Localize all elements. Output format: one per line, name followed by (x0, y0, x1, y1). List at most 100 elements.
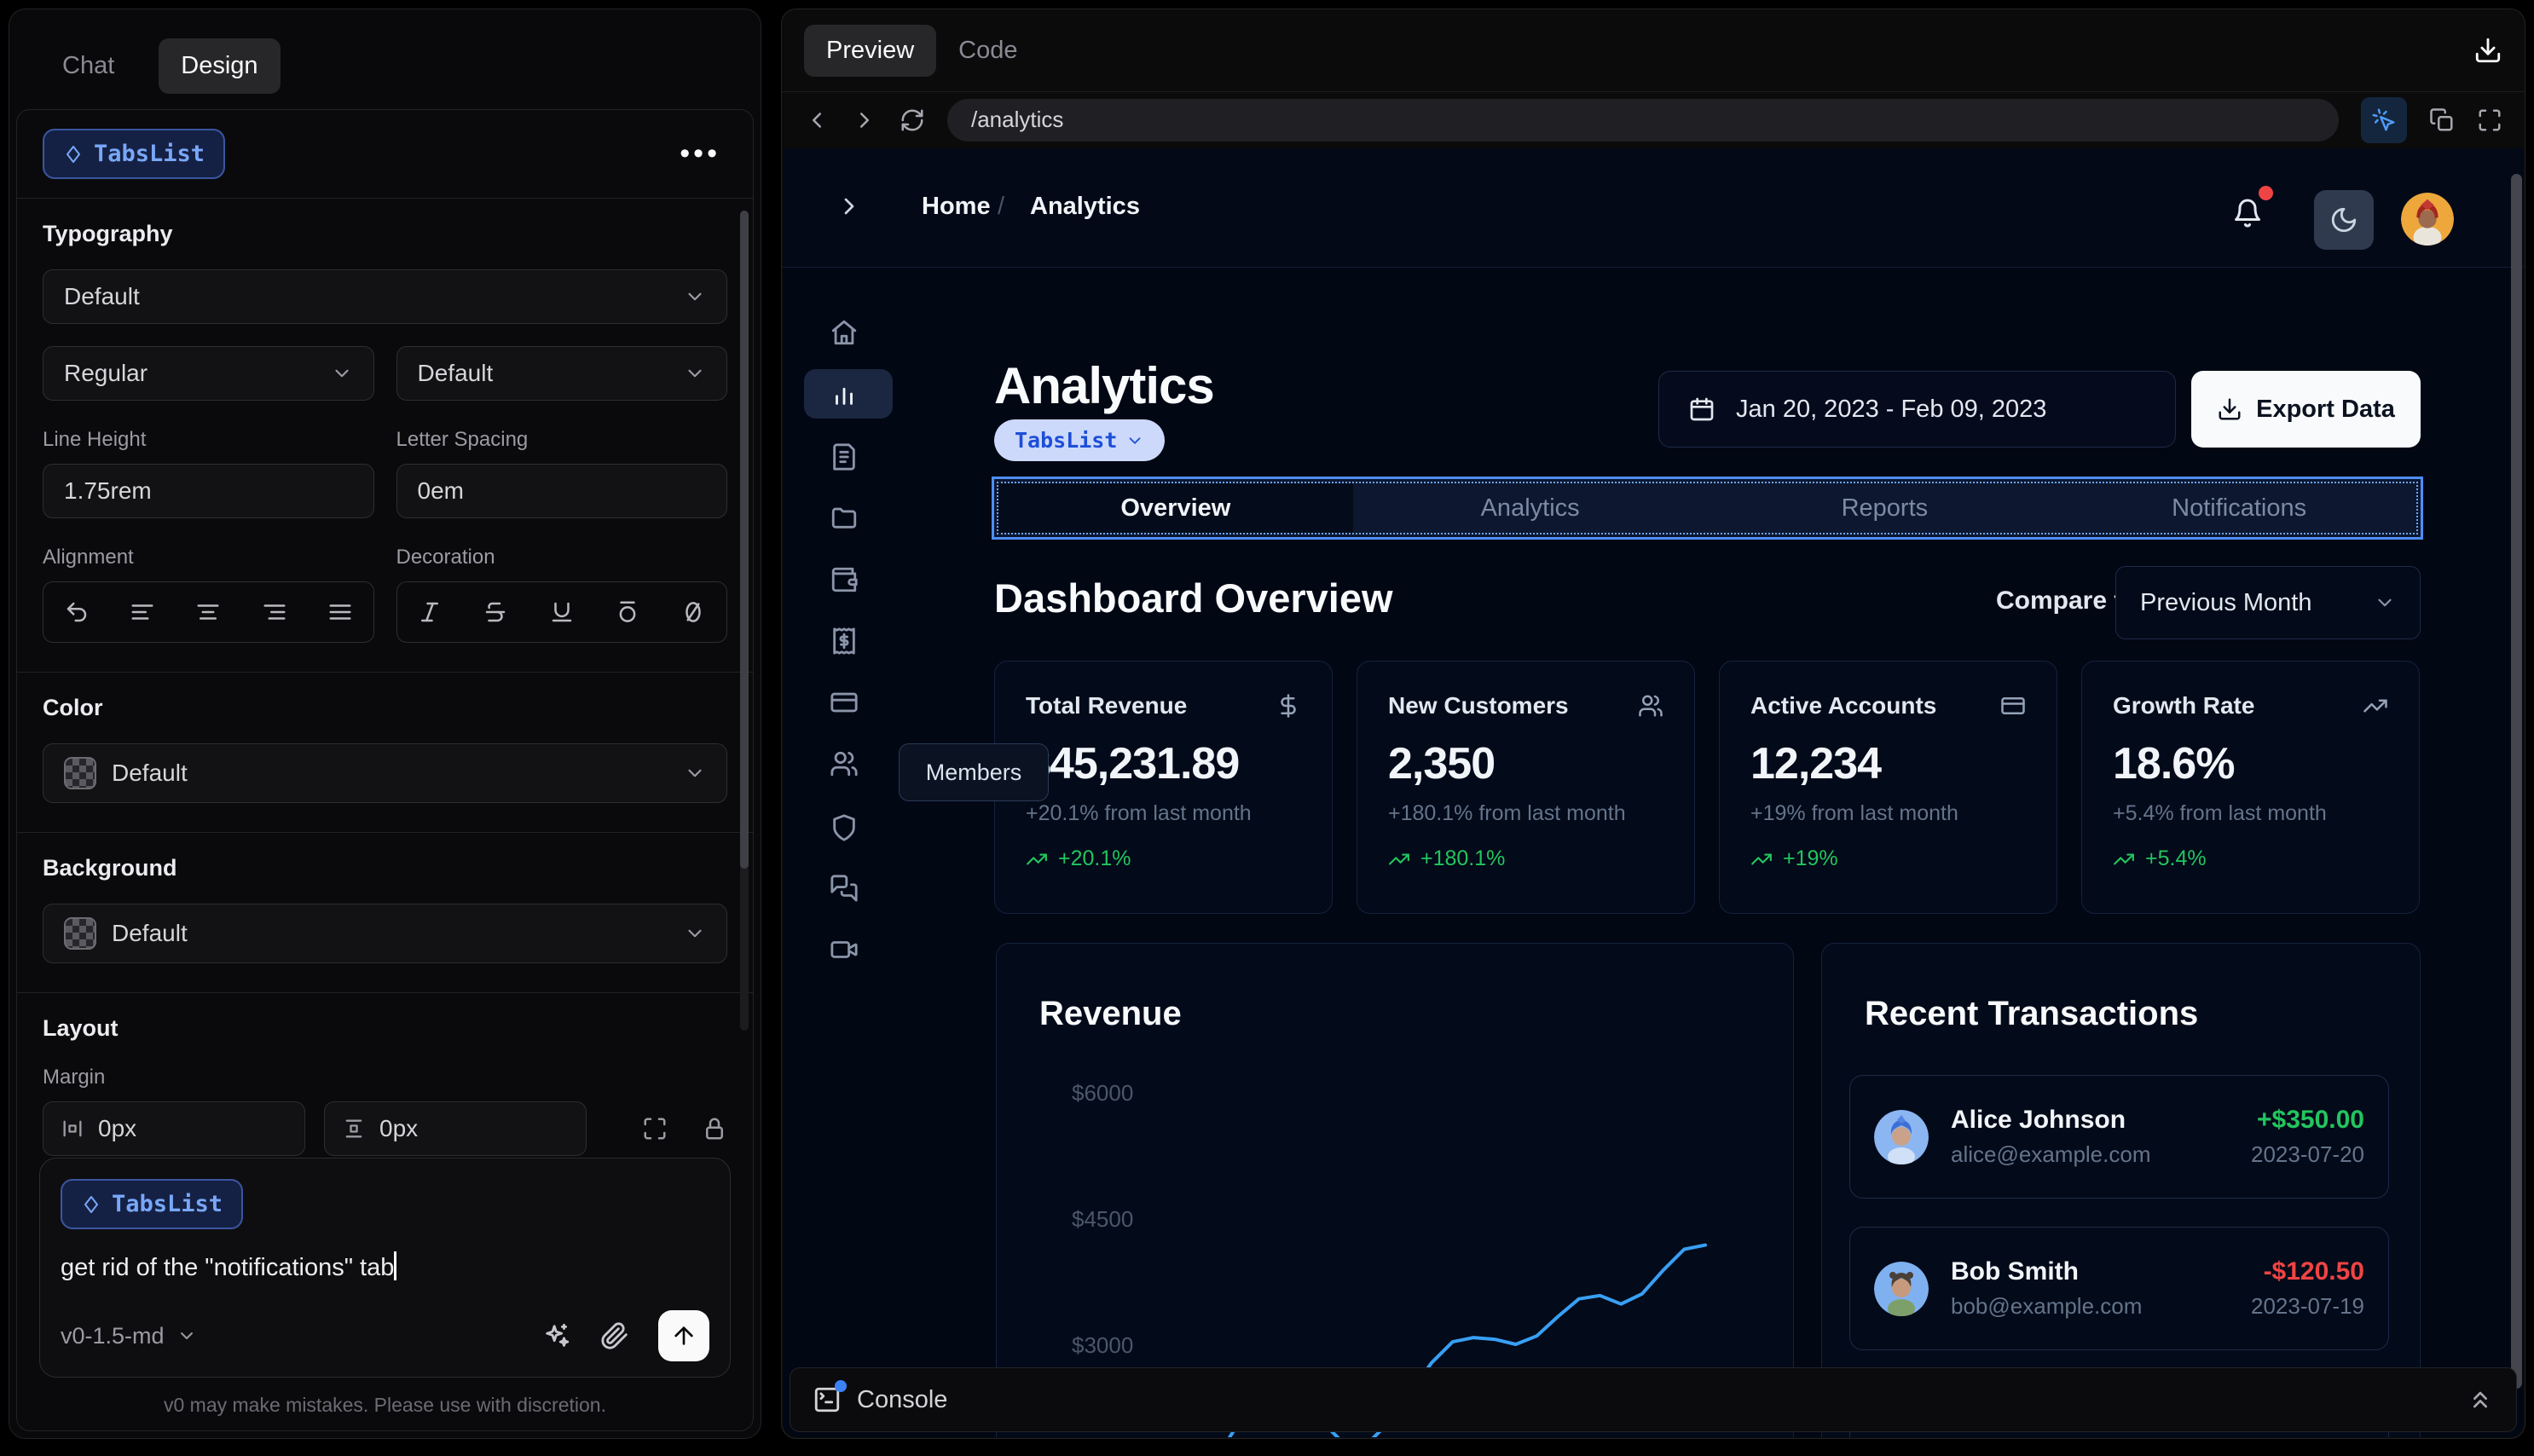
design-scrollbar-thumb[interactable] (740, 211, 749, 869)
wallet-icon[interactable] (830, 565, 859, 594)
folder-icon[interactable] (830, 503, 859, 532)
align-left-icon[interactable] (130, 599, 155, 625)
tab-notifications[interactable]: Notifications (2062, 483, 2416, 533)
forward-icon[interactable] (852, 107, 877, 133)
line-height-input[interactable]: 1.75rem (43, 464, 374, 518)
transaction-row-alice[interactable]: Alice Johnson alice@example.com +$350.00… (1849, 1075, 2389, 1199)
font-size-select[interactable]: Default (396, 346, 727, 401)
prompt-composer[interactable]: TabsList get rid of the "notifications" … (39, 1158, 731, 1378)
console-activity-dot (835, 1380, 847, 1392)
date-range-button[interactable]: Jan 20, 2023 - Feb 09, 2023 (1658, 371, 2176, 448)
tab-design[interactable]: Design (159, 38, 281, 94)
moon-icon (2331, 207, 2357, 233)
section-title: Dashboard Overview (994, 575, 1393, 621)
newspaper-icon[interactable] (830, 442, 859, 471)
font-weight-select[interactable]: Regular (43, 346, 374, 401)
chevron-down-icon (688, 369, 702, 378)
underline-icon[interactable] (549, 599, 575, 625)
revenue-card: Revenue $6000 $4500 $3000 (996, 943, 1794, 1437)
chevrons-up-icon[interactable] (2467, 1386, 2494, 1413)
expand-icon[interactable] (642, 1116, 668, 1141)
transaction-row-bob[interactable]: Bob Smith bob@example.com -$120.50 2023-… (1849, 1227, 2389, 1350)
color-swatch (64, 757, 96, 789)
chevron-down-icon (334, 369, 349, 378)
mouse-pointer-click-icon (2372, 108, 2395, 130)
align-justify-icon[interactable] (327, 599, 353, 625)
messages-icon[interactable] (830, 874, 859, 903)
calendar-icon (1690, 397, 1714, 421)
trending-up-icon (2114, 853, 2134, 864)
tab-chat[interactable]: Chat (40, 38, 136, 94)
url-input[interactable]: /analytics (947, 98, 2339, 142)
user-avatar[interactable] (2401, 193, 2454, 246)
component-menu-button[interactable]: ••• (673, 137, 727, 170)
tab-preview[interactable]: Preview (804, 24, 937, 77)
text-caret (394, 1251, 397, 1280)
inspect-pointer-button[interactable] (2361, 96, 2407, 143)
breadcrumb-home[interactable]: Home (922, 193, 991, 221)
sparkles-icon[interactable] (542, 1321, 571, 1350)
notifications-bell-button[interactable] (2232, 186, 2273, 228)
preview-scrollbar-thumb[interactable] (2511, 174, 2522, 1389)
letter-spacing-input[interactable]: 0em (396, 464, 727, 518)
users-icon[interactable] (830, 749, 859, 778)
design-panel-body: TabsList ••• Typography Default Regular … (16, 109, 754, 1431)
margin-x-input[interactable]: 0px (43, 1101, 305, 1156)
credit-card-icon[interactable] (830, 688, 859, 717)
model-select[interactable]: v0-1.5-md (61, 1323, 197, 1349)
letter-spacing-label: Letter Spacing (396, 428, 529, 451)
prompt-input[interactable]: get rid of the "notifications" tab (61, 1251, 709, 1282)
video-icon[interactable] (830, 935, 859, 964)
background-select[interactable]: Default (43, 904, 727, 963)
selected-component-chip[interactable]: TabsList (43, 129, 226, 179)
compare-select[interactable]: Previous Month (2115, 566, 2421, 639)
avatar (1874, 1261, 1929, 1316)
paperclip-icon[interactable] (600, 1321, 629, 1350)
app-header: Home / Analytics (783, 148, 2524, 268)
transaction-date: 2023-07-19 (2251, 1293, 2364, 1319)
tab-reports[interactable]: Reports (1708, 483, 2062, 533)
no-decoration-icon[interactable] (680, 599, 706, 625)
transaction-date: 2023-07-20 (2251, 1141, 2364, 1167)
fullscreen-icon[interactable] (2477, 107, 2502, 133)
send-button[interactable] (658, 1310, 709, 1361)
chevron-down-icon (2378, 598, 2392, 607)
layout-title: Layout (43, 1015, 119, 1041)
composer-component-chip[interactable]: TabsList (61, 1179, 244, 1229)
shield-icon[interactable] (830, 813, 859, 842)
download-icon[interactable] (2473, 36, 2502, 65)
overline-icon[interactable] (615, 599, 640, 625)
margin-y-input[interactable]: 0px (324, 1101, 587, 1156)
margin-label: Margin (43, 1066, 106, 1089)
refresh-icon[interactable] (900, 107, 925, 133)
font-family-select[interactable]: Default (43, 269, 727, 324)
sidebar-toggle-icon[interactable] (836, 193, 863, 220)
color-title: Color (43, 695, 103, 720)
console-bar[interactable]: Console (790, 1367, 2517, 1432)
credit-card-icon (2001, 697, 2025, 714)
tab-code[interactable]: Code (936, 25, 1039, 77)
align-center-icon[interactable] (195, 599, 221, 625)
export-data-button[interactable]: Export Data (2191, 371, 2421, 448)
transactions-card: Recent Transactions Alice Johnson alice@… (1821, 943, 2421, 1437)
tabslist-selection-outline: Overview Analytics Reports Notifications (992, 477, 2423, 540)
tab-analytics[interactable]: Analytics (1353, 483, 1708, 533)
console-label: Console (857, 1385, 948, 1413)
home-icon[interactable] (830, 318, 859, 347)
avatar-image (2401, 193, 2454, 246)
receipt-icon[interactable] (830, 627, 859, 656)
theme-toggle-button[interactable] (2314, 190, 2374, 250)
tab-overview[interactable]: Overview (998, 483, 1353, 533)
transactions-title: Recent Transactions (1865, 995, 2199, 1032)
revenue-line-chart (1227, 1243, 1707, 1437)
color-select[interactable]: Default (43, 743, 727, 803)
lock-icon[interactable] (702, 1116, 727, 1141)
italic-icon[interactable] (417, 599, 443, 625)
component-badge[interactable]: TabsList (994, 419, 1166, 461)
back-icon[interactable] (804, 107, 830, 133)
strikethrough-icon[interactable] (483, 599, 508, 625)
copy-icon[interactable] (2429, 107, 2455, 133)
undo-icon[interactable] (64, 599, 90, 625)
bar-chart-icon[interactable] (830, 379, 859, 408)
align-right-icon[interactable] (262, 599, 287, 625)
